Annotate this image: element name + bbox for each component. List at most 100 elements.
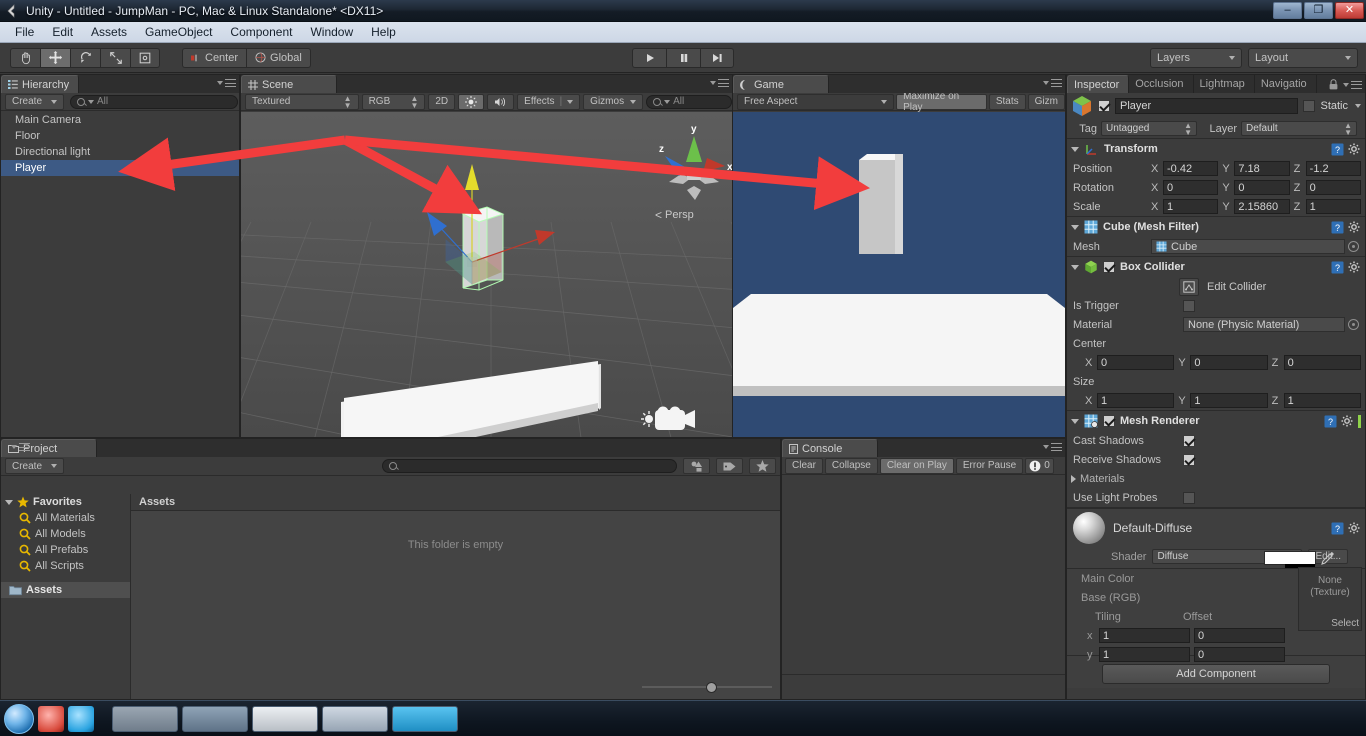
taskbar-icon-2[interactable] (68, 705, 94, 732)
help-icon[interactable]: ? (1331, 221, 1344, 234)
project-favorite-all-models[interactable]: All Models (1, 526, 130, 542)
triangle-down-icon[interactable] (1071, 146, 1079, 152)
project-search-input[interactable] (382, 459, 677, 473)
object-picker-icon[interactable] (1348, 241, 1359, 252)
console-error-filter-toggle[interactable]: 0 (1025, 457, 1054, 474)
scene-2d-toggle[interactable]: 2D (428, 93, 456, 110)
project-folder-assets[interactable]: Assets (1, 582, 130, 598)
gear-icon[interactable] (1348, 221, 1361, 234)
taskbar-task-2[interactable] (182, 705, 248, 732)
collider-size-z-input[interactable]: 1 (1283, 393, 1361, 408)
step-button[interactable] (700, 47, 734, 68)
menu-gameobject[interactable]: GameObject (136, 23, 221, 41)
collider-center-z-input[interactable]: 0 (1283, 355, 1361, 370)
scale-z-input[interactable]: 1 (1305, 199, 1361, 214)
help-icon[interactable]: ? (1324, 415, 1337, 428)
tab-hierarchy[interactable]: Hierarchy (1, 75, 80, 93)
project-favorites-group[interactable]: Favorites (1, 494, 130, 510)
menu-component[interactable]: Component (221, 23, 301, 41)
scene-gizmos-dropdown[interactable]: Gizmos (583, 93, 644, 110)
game-aspect-dropdown[interactable]: Free Aspect (737, 93, 895, 110)
hierarchy-item-floor[interactable]: Floor (1, 128, 239, 144)
chevron-down-icon[interactable] (1355, 104, 1361, 108)
menu-file[interactable]: File (6, 23, 43, 41)
console-error-pause-toggle[interactable]: Error Pause (955, 457, 1024, 474)
eyedropper-icon[interactable] (1321, 551, 1335, 565)
layer-dropdown[interactable]: Default ▲ ▼ (1241, 121, 1357, 136)
component-header-box-collider[interactable]: Box Collider ? (1067, 257, 1365, 277)
rect-tool-button[interactable] (130, 47, 160, 68)
is-trigger-checkbox[interactable] (1183, 299, 1195, 312)
component-header-transform[interactable]: Transform ? (1067, 139, 1365, 159)
console-clear-on-play-toggle[interactable]: Clear on Play (879, 457, 954, 474)
use-light-probes-checkbox[interactable] (1183, 491, 1195, 504)
box-collider-enabled-checkbox[interactable] (1103, 261, 1115, 273)
help-icon[interactable]: ? (1331, 522, 1344, 535)
hierarchy-tab-menu[interactable] (217, 79, 236, 87)
project-favorite-all-scripts[interactable]: All Scripts (1, 558, 130, 574)
game-tab-menu[interactable] (1043, 79, 1062, 87)
layers-dropdown[interactable]: Layers (1150, 47, 1242, 68)
menu-edit[interactable]: Edit (43, 23, 82, 41)
layout-dropdown[interactable]: Layout (1248, 47, 1358, 68)
physic-material-field[interactable]: None (Physic Material) (1183, 317, 1345, 332)
mesh-renderer-enabled-checkbox[interactable] (1103, 415, 1115, 427)
taskbar-task-1[interactable] (112, 705, 178, 732)
hierarchy-item-directional-light[interactable]: Directional light (1, 144, 239, 160)
tab-console[interactable]: Console (782, 439, 878, 457)
tab-occlusion[interactable]: Occlusion (1129, 75, 1194, 93)
taskbar-task-3[interactable] (252, 705, 318, 732)
rotation-y-input[interactable]: 0 (1234, 180, 1290, 195)
rotate-tool-button[interactable] (70, 47, 100, 68)
receive-shadows-checkbox[interactable] (1183, 453, 1195, 466)
mesh-object-field[interactable]: Cube (1151, 239, 1345, 254)
slider-knob[interactable] (706, 681, 717, 693)
console-clear-button[interactable]: Clear (785, 457, 823, 474)
project-favorite-all-prefabs[interactable]: All Prefabs (1, 542, 130, 558)
project-filter-label-button[interactable] (716, 458, 743, 474)
collider-center-x-input[interactable]: 0 (1097, 355, 1175, 370)
help-icon[interactable]: ? (1331, 261, 1344, 274)
start-orb-icon[interactable] (4, 703, 34, 734)
maximize-on-play-toggle[interactable]: Maximize on Play (896, 91, 987, 113)
tab-scene[interactable]: Scene (241, 75, 337, 93)
collider-size-y-input[interactable]: 1 (1190, 393, 1268, 408)
taskbar-task-4[interactable] (322, 705, 388, 732)
inspector-tab-menu[interactable] (1329, 79, 1362, 90)
materials-row[interactable]: Materials (1067, 469, 1365, 488)
game-gizmos-dropdown[interactable]: Gizm (1027, 93, 1065, 110)
offset-x-input[interactable]: 0 (1194, 628, 1285, 643)
position-x-input[interactable]: -0.42 (1163, 161, 1219, 176)
console-tab-menu[interactable] (1043, 443, 1062, 451)
add-component-button[interactable]: Add Component (1102, 664, 1330, 684)
scale-x-input[interactable]: 1 (1163, 199, 1219, 214)
tag-dropdown[interactable]: Untagged ▲ ▼ (1101, 121, 1197, 136)
project-create-button[interactable]: Create (5, 458, 65, 474)
scale-tool-button[interactable] (100, 47, 130, 68)
taskbar-task-5[interactable] (392, 705, 458, 732)
pause-button[interactable] (666, 47, 700, 68)
menu-help[interactable]: Help (362, 23, 405, 41)
maximize-button[interactable]: ❐ (1304, 2, 1333, 19)
project-favorite-button[interactable] (749, 458, 776, 474)
console-message-list[interactable] (782, 476, 1065, 699)
scene-projection-label-group[interactable]: < Persp (655, 208, 694, 222)
tab-navigation[interactable]: Navigatio (1255, 75, 1317, 93)
scene-viewport[interactable]: y x z < Persp (241, 112, 732, 437)
collider-center-y-input[interactable]: 0 (1190, 355, 1268, 370)
gear-icon[interactable] (1348, 522, 1361, 535)
tab-game[interactable]: Game (733, 75, 829, 93)
play-button[interactable] (632, 47, 666, 68)
scene-audio-toggle[interactable] (487, 93, 515, 110)
scene-effects-dropdown[interactable]: Effects | (517, 93, 581, 110)
hierarchy-item-main-camera[interactable]: Main Camera (1, 112, 239, 128)
triangle-down-icon[interactable] (1071, 418, 1079, 424)
component-header-mesh-renderer[interactable]: Mesh Renderer ? (1067, 411, 1365, 431)
gear-icon[interactable] (1348, 261, 1361, 274)
project-content-pane[interactable]: Assets This folder is empty (131, 494, 780, 699)
rotation-x-input[interactable]: 0 (1163, 180, 1219, 195)
scene-tab-menu[interactable] (710, 79, 729, 87)
scene-color-mode-dropdown[interactable]: RGB ▲ ▼ (361, 93, 426, 110)
scene-search-input[interactable]: All (646, 94, 732, 109)
tiling-y-input[interactable]: 1 (1099, 647, 1190, 662)
